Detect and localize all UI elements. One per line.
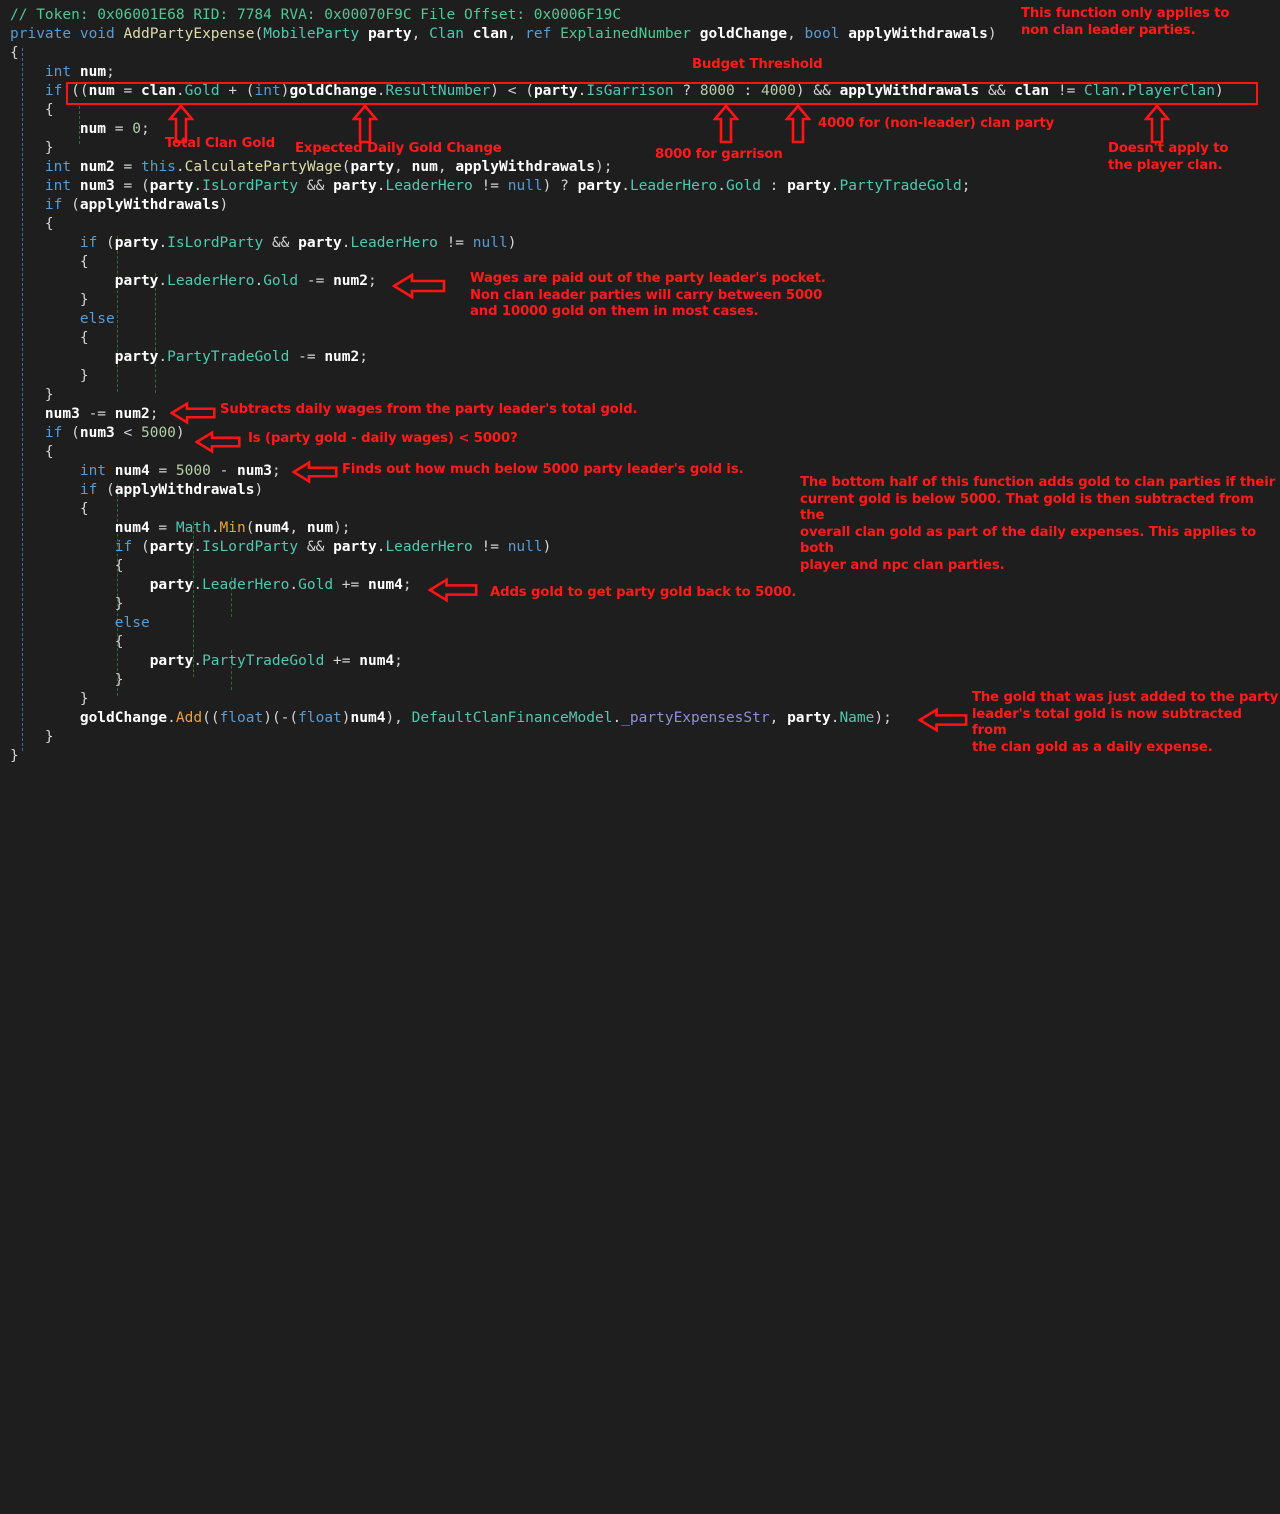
note-adds-gold-back-to-5000: Adds gold to get party gold back to 5000… xyxy=(490,585,796,602)
up-arrow-icon xyxy=(1144,104,1170,144)
note-gold-subtracted-daily-expense: The gold that was just added to the part… xyxy=(972,690,1280,756)
up-arrow-icon xyxy=(352,104,378,144)
note-budget-threshold: Budget Threshold xyxy=(692,57,823,74)
note-is-party-gold-below-5000: Is (party gold - daily wages) < 5000? xyxy=(248,431,518,448)
left-arrow-icon xyxy=(392,272,446,300)
note-total-clan-gold: Total Clan Gold xyxy=(165,136,275,153)
note-expected-daily-gold-change: Expected Daily Gold Change xyxy=(295,141,502,158)
note-doesnt-apply-player-clan: Doesn't apply to the player clan. xyxy=(1108,141,1228,174)
note-subtracts-daily-wages: Subtracts daily wages from the party lea… xyxy=(220,402,637,419)
note-8000-garrison: 8000 for garrison xyxy=(655,147,783,164)
left-arrow-icon xyxy=(918,707,968,733)
left-arrow-icon xyxy=(195,430,241,454)
left-arrow-icon xyxy=(292,460,338,484)
up-arrow-icon xyxy=(785,104,811,144)
code-annotation-screenshot: // Token: 0x06001E68 RID: 7784 RVA: 0x00… xyxy=(0,0,1280,757)
left-arrow-icon xyxy=(428,577,478,603)
up-arrow-icon xyxy=(713,104,739,144)
condition-highlight-box xyxy=(66,82,1258,105)
note-bottom-half: The bottom half of this function adds go… xyxy=(800,475,1280,574)
note-wages-pocket: Wages are paid out of the party leader's… xyxy=(470,271,826,321)
note-4000-clan-party: 4000 for (non-leader) clan party xyxy=(818,116,1054,133)
note-finds-out-how-much-below: Finds out how much below 5000 party lead… xyxy=(342,462,744,479)
note-non-clan-leader: This function only applies to non clan l… xyxy=(1021,6,1229,39)
left-arrow-icon xyxy=(170,401,216,425)
annotation-overlay: This function only applies to non clan l… xyxy=(0,0,1280,757)
